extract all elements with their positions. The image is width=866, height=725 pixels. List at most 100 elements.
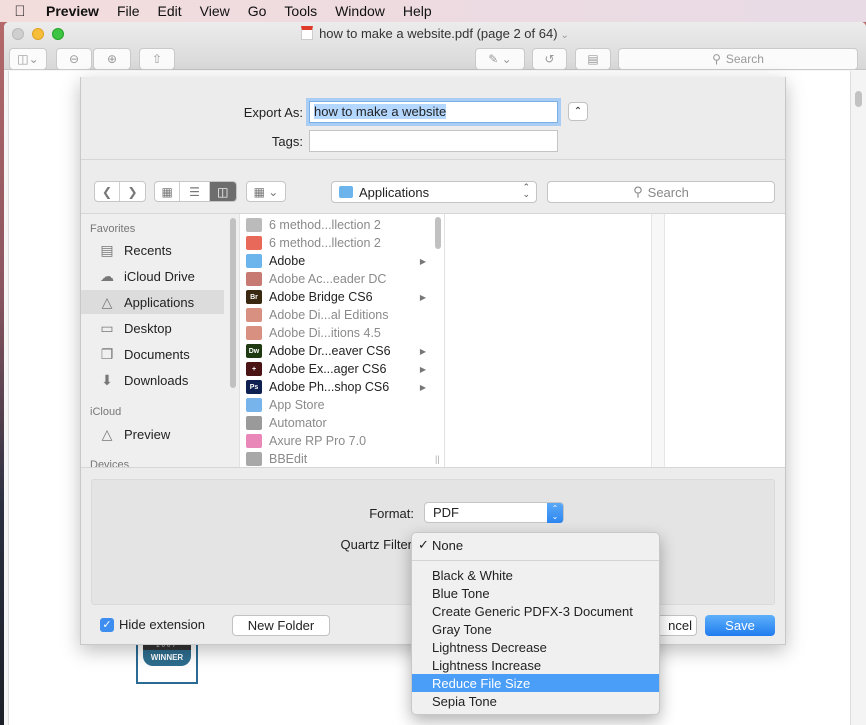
chevron-up-icon: ⌃ <box>573 106 583 117</box>
icon-view-button[interactable]: ▦ <box>155 182 181 201</box>
menu-item-sepia-tone[interactable]: Sepia Tone <box>412 692 659 710</box>
zoom-in-icon: ⊕ <box>106 52 118 66</box>
arrange-button[interactable]: ▦ ⌄ <box>246 181 286 202</box>
toolbox-button[interactable]: ▤ <box>575 48 611 70</box>
sidebar-toggle-button[interactable]: ◫⌄ <box>9 48 47 70</box>
forward-button[interactable]: ❯ <box>120 182 145 201</box>
file-list-item[interactable]: Axure RP Pro 7.0 <box>240 432 430 450</box>
sheet-search-field[interactable]: ⚲ Search <box>547 181 775 203</box>
tags-field[interactable] <box>309 130 558 152</box>
menu-help[interactable]: Help <box>394 3 441 19</box>
file-list-item[interactable]: Adobe Di...al Editions <box>240 306 430 324</box>
file-list-item[interactable]: Adobe ▶ <box>240 252 430 270</box>
menu-app-preview[interactable]: Preview <box>40 3 108 19</box>
markup-button[interactable]: ✎ ⌄ <box>475 48 525 70</box>
list-view-button[interactable]: ☰ <box>180 182 210 201</box>
browser-sidebar: Favorites ▤ Recents ☁ iCloud Drive △ Applic… <box>81 214 239 467</box>
file-name: App Store <box>269 398 325 412</box>
list-icon: ☰ <box>189 184 200 199</box>
sidebar-item-recents[interactable]: ▤ Recents <box>81 238 224 262</box>
sidebar-item-downloads[interactable]: ⬇ Downloads <box>81 368 224 392</box>
file-name: Adobe Ph...shop CS6 <box>269 380 390 394</box>
location-popup[interactable]: Applications ⌃ ⌄ <box>331 181 537 203</box>
file-list-item[interactable]: Br Adobe Bridge CS6 ▶ <box>240 288 430 306</box>
menu-edit[interactable]: Edit <box>149 3 191 19</box>
menu-file[interactable]: File <box>108 3 149 19</box>
digital-editions-icon <box>246 326 262 340</box>
file-list-item[interactable]: Dw Adobe Dr...eaver CS6 ▶ <box>240 342 430 360</box>
column-resize-handle[interactable]: || <box>435 454 440 464</box>
column-view-button[interactable]: ◫ <box>209 182 236 201</box>
menu-bar:  Preview File Edit View Go Tools Window… <box>0 0 866 22</box>
menu-item-black-white[interactable]: Black & White <box>412 566 659 584</box>
menu-view[interactable]: View <box>191 3 239 19</box>
rotate-button[interactable]: ↺ <box>532 48 567 70</box>
back-button[interactable]: ❮ <box>95 182 121 201</box>
file-list-item[interactable]: + Adobe Ex...ager CS6 ▶ <box>240 360 430 378</box>
save-button[interactable]: Save <box>705 615 775 636</box>
file-name: Adobe Dr...eaver CS6 <box>269 344 391 358</box>
share-icon: ⇧ <box>151 52 163 66</box>
desktop-icon: ▭ <box>100 319 114 336</box>
applications-folder-icon <box>339 186 353 198</box>
menu-item-gray-tone[interactable]: Gray Tone <box>412 620 659 638</box>
pdf-icon <box>301 26 314 40</box>
menu-tools[interactable]: Tools <box>275 3 326 19</box>
window-title[interactable]: how to make a website.pdf (page 2 of 64)… <box>4 26 866 41</box>
document-icon <box>246 218 262 232</box>
grid-icon: ▦ <box>161 184 173 199</box>
sidebar-item-applications[interactable]: △ Applications <box>81 290 224 314</box>
window-search-field[interactable]: ⚲ Search <box>618 48 858 70</box>
sidebar-item-preview[interactable]: △ Preview <box>81 422 224 446</box>
hide-extension-checkbox[interactable]: ✓ <box>100 618 114 632</box>
zoom-out-button[interactable]: ⊖ <box>56 48 92 70</box>
menu-separator <box>412 560 659 561</box>
document-scrollbar[interactable] <box>850 71 866 725</box>
downloads-icon: ⬇ <box>101 371 113 388</box>
menu-window[interactable]: Window <box>326 3 394 19</box>
sidebar-icon: ◫⌄ <box>17 52 39 66</box>
file-name: Adobe Ac...eader DC <box>269 272 387 286</box>
file-name: Automator <box>269 416 327 430</box>
format-popup[interactable]: PDF ⌃ ⌄ <box>424 502 564 523</box>
menu-item-reduce-file-size[interactable]: Reduce File Size <box>412 674 659 692</box>
file-list-item[interactable]: App Store <box>240 396 430 414</box>
file-name: Adobe Ex...ager CS6 <box>269 362 387 376</box>
export-as-field[interactable]: how to make a website <box>309 101 558 123</box>
file-name: Axure RP Pro 7.0 <box>269 434 367 448</box>
share-button[interactable]: ⇧ <box>139 48 175 70</box>
file-name: BBEdit <box>269 452 308 466</box>
search-icon: ⚲ <box>712 52 721 66</box>
sidebar-item-documents[interactable]: ❐ Documents <box>81 342 224 366</box>
file-list-item[interactable]: Automator <box>240 414 430 432</box>
expand-dialog-button[interactable]: ⌃ <box>568 102 588 121</box>
quartz-filter-label: Quartz Filter <box>340 537 412 552</box>
menu-item-lightness-decrease[interactable]: Lightness Decrease <box>412 638 659 656</box>
file-list-item[interactable]: Adobe Ac...eader DC <box>240 270 430 288</box>
recents-icon: ▤ <box>100 241 114 258</box>
menu-item-create-generic-pdfx-3-document[interactable]: Create Generic PDFX-3 Document <box>412 602 659 620</box>
sidebar-item-desktop[interactable]: ▭ Desktop <box>81 316 224 340</box>
photoshop-icon: Ps <box>246 380 262 394</box>
new-folder-button[interactable]: New Folder <box>232 615 330 636</box>
file-list-item[interactable]: Adobe Di...itions 4.5 <box>240 324 430 342</box>
file-list-item[interactable]: 6 method...llection 2 <box>240 216 430 234</box>
apple-menu-icon[interactable]:  <box>0 3 40 20</box>
sidebar-item-icloud-drive[interactable]: ☁ iCloud Drive <box>81 264 224 288</box>
file-column-scrollbar[interactable] <box>435 217 441 249</box>
menu-item-none[interactable]: ✓ None <box>412 536 659 554</box>
menu-item-lightness-increase[interactable]: Lightness Increase <box>412 656 659 674</box>
cloud-icon: ☁ <box>100 267 114 284</box>
zoom-in-button[interactable]: ⊕ <box>93 48 131 70</box>
rotate-icon: ↺ <box>544 52 555 66</box>
sidebar-scrollbar[interactable] <box>230 218 236 388</box>
file-list-item[interactable]: BBEdit <box>240 450 430 468</box>
menu-item-blue-tone[interactable]: Blue Tone <box>412 584 659 602</box>
menu-go[interactable]: Go <box>239 3 276 19</box>
format-label: Format: <box>369 506 414 521</box>
file-name: Adobe Di...al Editions <box>269 308 389 322</box>
file-list-item[interactable]: 6 method...llection 2 <box>240 234 430 252</box>
file-list-item[interactable]: Ps Adobe Ph...shop CS6 ▶ <box>240 378 430 396</box>
column-divider[interactable] <box>651 214 665 467</box>
documents-icon: ❐ <box>100 345 114 362</box>
